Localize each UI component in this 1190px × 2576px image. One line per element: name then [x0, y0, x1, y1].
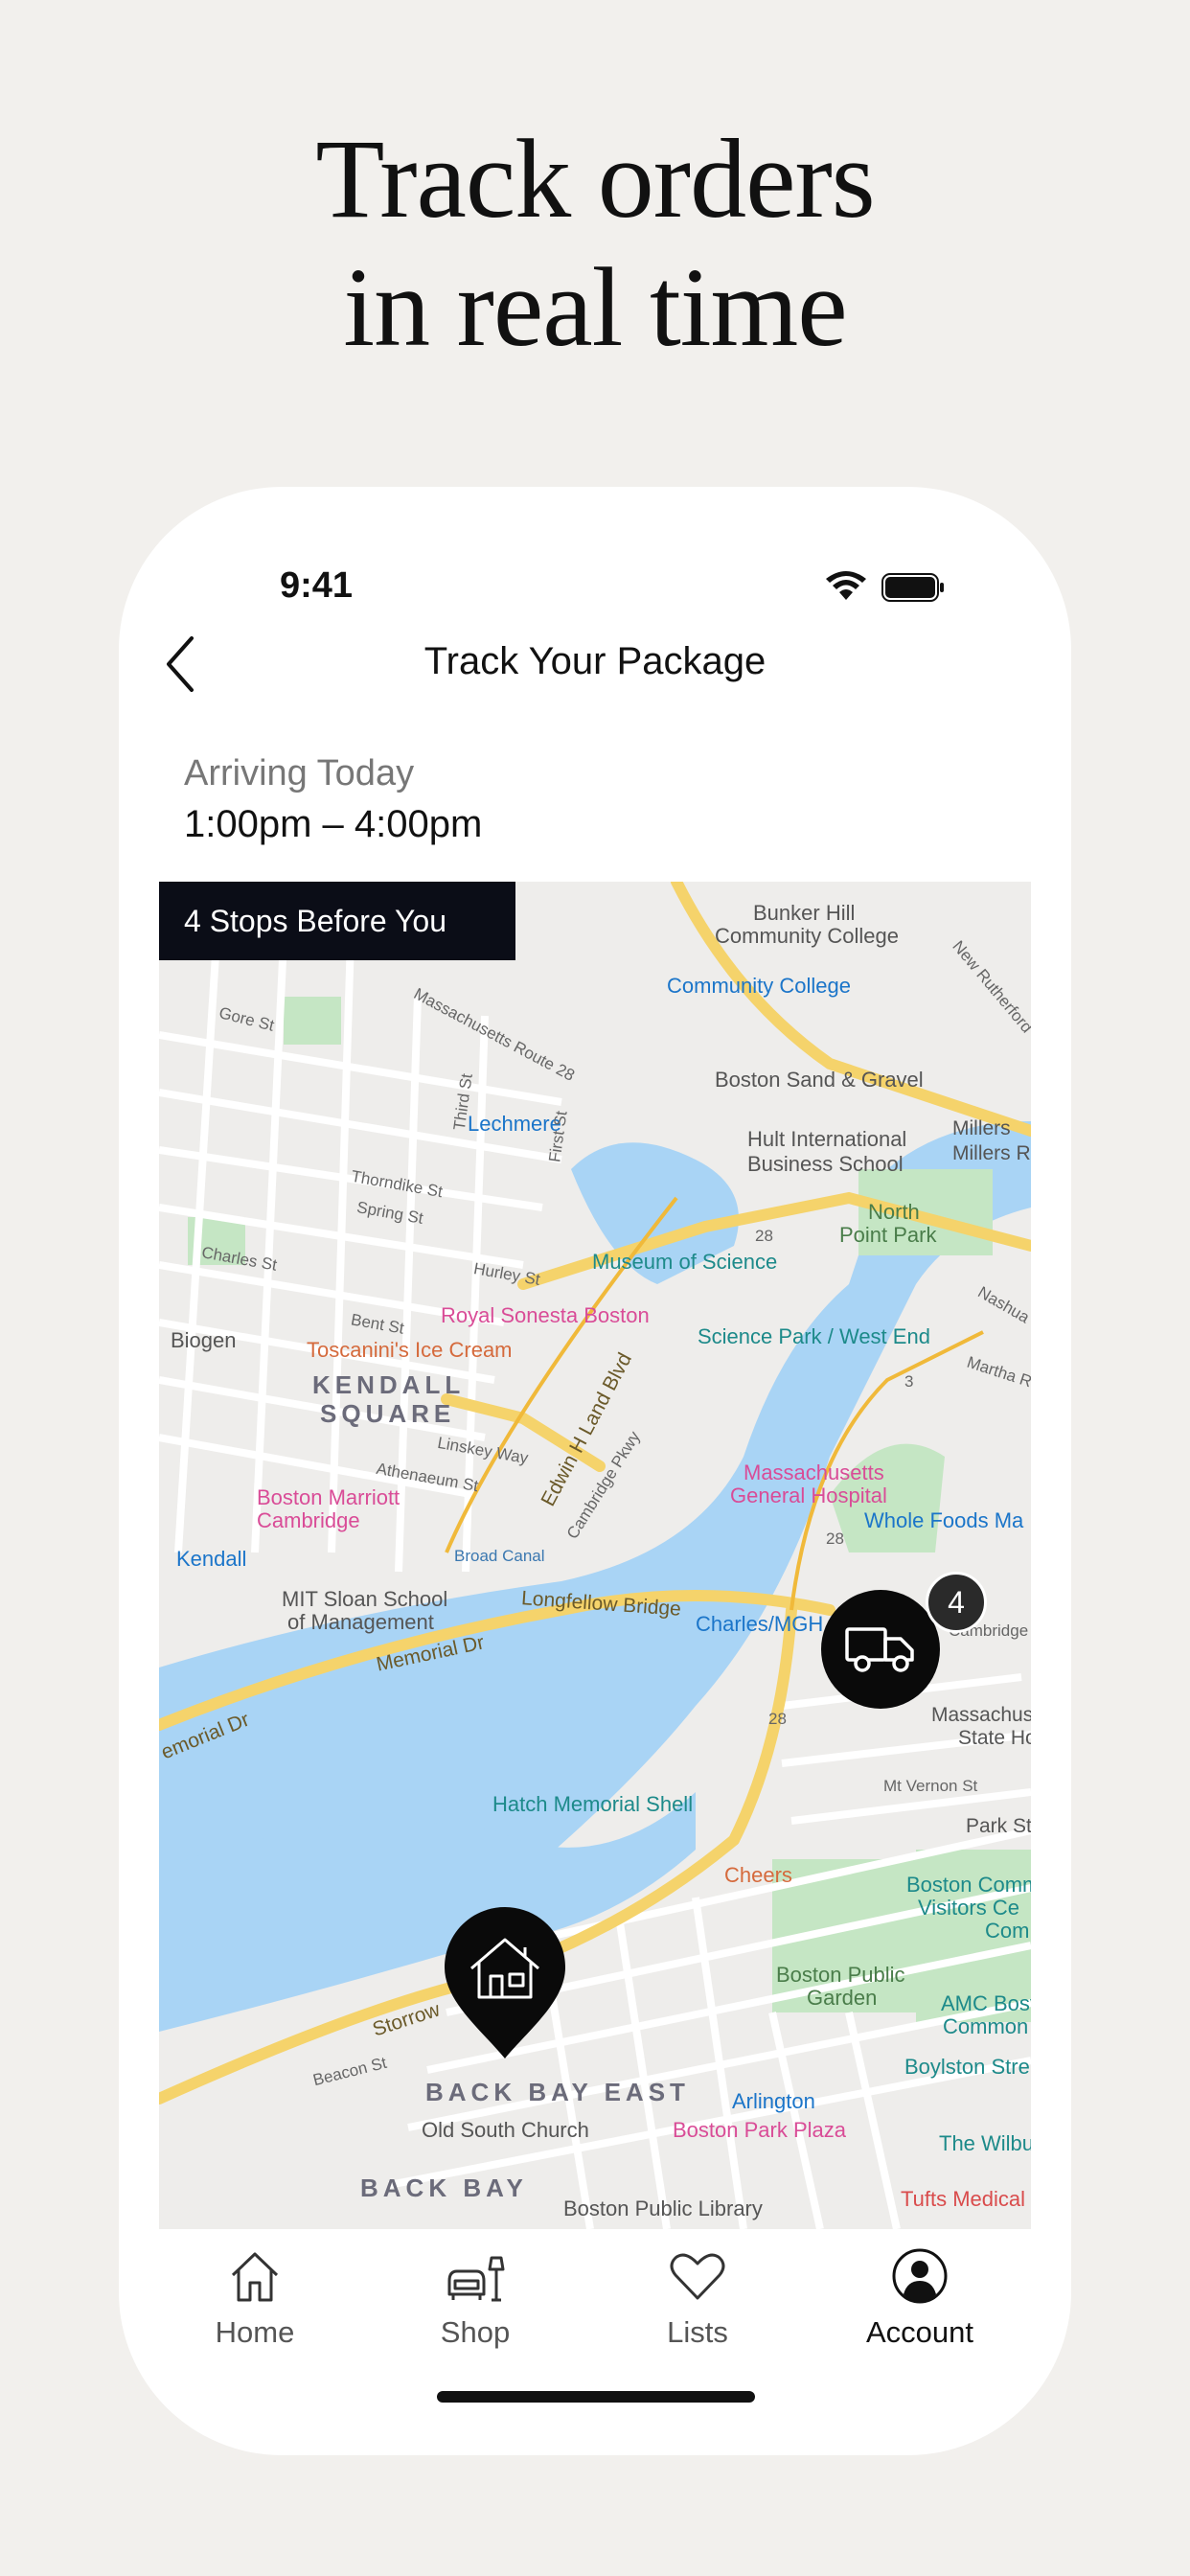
map-label: Boston Public Library: [563, 2196, 763, 2220]
headline-line-2: in real time: [343, 244, 847, 370]
map-label: Old South Church: [422, 2118, 589, 2142]
map-label: BACK BAY EAST: [425, 2078, 690, 2106]
map-label: 3: [904, 1372, 914, 1391]
map-label: SQUARE: [320, 1399, 456, 1428]
map-label: Hult International: [747, 1127, 907, 1151]
tab-shop[interactable]: Shop: [379, 2231, 571, 2365]
home-indicator[interactable]: [437, 2391, 755, 2403]
map-label: Boston Marriott: [257, 1485, 400, 1509]
map-label: Biogen: [171, 1328, 237, 1352]
map-label: Broad Canal: [454, 1547, 545, 1565]
map-label: Business School: [747, 1152, 904, 1176]
map-label: General Hospital: [730, 1484, 887, 1507]
map-label: Community College: [667, 974, 851, 998]
heart-icon: [670, 2253, 725, 2300]
map-label: Boston Comm: [906, 1873, 1031, 1897]
stops-count-badge: 4: [926, 1572, 987, 1633]
map-label: of Management: [287, 1610, 434, 1634]
sofa-lamp-icon: [447, 2256, 505, 2302]
map-label: Tufts Medical: [901, 2187, 1026, 2211]
tab-home[interactable]: Home: [159, 2231, 351, 2365]
map-label: Lechmere: [468, 1112, 561, 1136]
map-label: Whole Foods Ma: [864, 1508, 1024, 1532]
map-label: Community College: [715, 924, 899, 948]
map-label: AMC Bost: [941, 1991, 1031, 2015]
map-label: Charles/MGH: [696, 1612, 824, 1636]
map-label: Common: [943, 2014, 1029, 2038]
map-label: Cambridge: [257, 1508, 360, 1532]
map-label: 28: [755, 1227, 773, 1245]
status-time: 9:41: [280, 565, 354, 606]
tab-account[interactable]: Account: [824, 2231, 1016, 2365]
tab-lists[interactable]: Lists: [602, 2231, 793, 2365]
map-label: Com: [985, 1919, 1030, 1943]
map-label: State Ho: [958, 1727, 1031, 1749]
arrival-label: Arriving Today: [184, 753, 415, 794]
map-label: MIT Sloan School: [282, 1587, 448, 1611]
map-label: Boylston Stre: [904, 2055, 1030, 2079]
map-label: Millers River Ba: [952, 1142, 1031, 1164]
map-label: Visitors Ce: [918, 1896, 1019, 1920]
map-label: Park St: [966, 1815, 1031, 1837]
home-location-icon[interactable]: [443, 1905, 567, 2060]
map-label: 28: [768, 1710, 787, 1728]
map-label: 28: [826, 1530, 844, 1548]
map-label: Boston Public: [776, 1963, 905, 1987]
map-label: Boston Park Plaza: [673, 2118, 846, 2142]
tab-bar: Home Shop Lists Account: [119, 2231, 1071, 2365]
map-label: BACK BAY: [360, 2174, 528, 2202]
truck-icon[interactable]: [820, 1589, 941, 1710]
wifi-icon: [826, 571, 866, 600]
map-label: North: [868, 1200, 920, 1224]
headline-line-1: Track orders: [315, 116, 875, 242]
battery-icon: [881, 573, 944, 602]
map-label: Cheers: [724, 1863, 792, 1887]
map-label: The Wilbu: [939, 2131, 1031, 2155]
phone-frame: 9:41 Track Your Package Arriving Today 1…: [119, 487, 1071, 2455]
arrival-window: 1:00pm – 4:00pm: [184, 803, 483, 845]
map-label: Point Park: [839, 1223, 937, 1247]
tab-shop-label: Shop: [440, 2315, 511, 2349]
map-label: Royal Sonesta Boston: [441, 1303, 650, 1327]
map-label: Boston Sand & Gravel: [715, 1068, 924, 1092]
map-label: Kendall: [176, 1547, 247, 1571]
tab-lists-label: Lists: [667, 2315, 728, 2349]
tab-account-label: Account: [865, 2315, 973, 2349]
map-label: Toscanini's Ice Cream: [307, 1338, 513, 1362]
map-label: Arlington: [732, 2089, 815, 2113]
stops-banner: 4 Stops Before You: [159, 882, 515, 960]
map-label: Millers: [952, 1117, 1011, 1139]
map-label: Museum of Science: [592, 1250, 778, 1274]
map-label: Garden: [807, 1986, 878, 2010]
map-label: KENDALL: [312, 1370, 466, 1399]
map-label: Massachusetts: [744, 1460, 884, 1484]
headline: Track orders in real time: [0, 115, 1190, 372]
map-label: Hatch Memorial Shell: [492, 1792, 694, 1816]
account-icon: [892, 2248, 948, 2304]
home-icon: [231, 2252, 279, 2302]
map-label: Mt Vernon St: [883, 1777, 978, 1795]
map-label: Massachuse: [931, 1704, 1031, 1726]
tab-home-label: Home: [215, 2315, 295, 2349]
map-label: Science Park / West End: [698, 1324, 930, 1348]
page-title: Track Your Package: [423, 640, 767, 682]
map-label: Bunker Hill: [753, 901, 856, 925]
delivery-map[interactable]: Bunker Hill Community College Community …: [159, 882, 1031, 2229]
